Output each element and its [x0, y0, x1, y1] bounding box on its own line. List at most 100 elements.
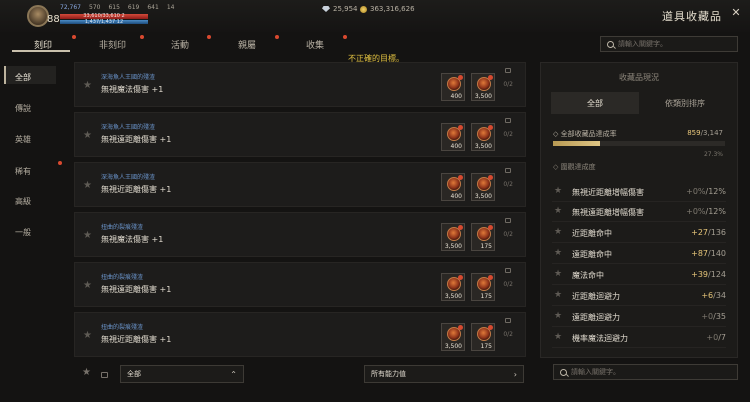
lock-icon [505, 318, 511, 323]
material-quantity: 3,500 [474, 93, 492, 100]
search-input-top[interactable]: 請輸入關鍵字。 [600, 36, 738, 52]
grade-filter-select[interactable]: 全部 ⌃ [120, 365, 244, 383]
stat-row[interactable]: ★ 近距離命中 +27/136 [552, 223, 726, 243]
search-input-bottom[interactable]: 請輸入關鍵字。 [553, 364, 738, 380]
stat-row[interactable]: ★ 無視近距離增幅傷害 +0%/12% [552, 182, 726, 202]
stat-1: 570 [89, 4, 101, 11]
stat-4: 641 [147, 4, 159, 11]
stat-row[interactable]: ★ 機率魔法迴避力 +0/7 [552, 328, 726, 348]
panel-title: 收藏品現況 [619, 73, 659, 82]
stat-max: /7 [718, 333, 726, 342]
mp-text: 1,437/1,437 12 [84, 19, 124, 25]
add-badge [458, 225, 463, 230]
gold-currency: 363,316,626 [360, 5, 415, 13]
item-source: 扭曲的裂痕殘渣 [101, 274, 144, 281]
item-name: 無視遠距離傷害 +1 [101, 285, 172, 294]
material-slot[interactable]: 3,500 [471, 173, 495, 201]
favorite-filter-star-icon[interactable]: ★ [82, 367, 91, 378]
stat-3: 619 [127, 4, 140, 11]
tab-event[interactable]: 活動 [171, 38, 189, 51]
stat-value: +0/35 [701, 312, 726, 321]
tab-panel-all[interactable]: 全部 [551, 92, 639, 114]
stat-row[interactable]: ★ 魔法命中 +39/124 [552, 265, 726, 285]
favorite-star-icon[interactable]: ★ [83, 130, 92, 141]
tab-collection[interactable]: 收集 [306, 38, 324, 51]
favorite-star-icon[interactable]: ★ [83, 280, 92, 291]
material-slot[interactable]: 3,500 [471, 73, 495, 101]
material-slot[interactable]: 3,500 [441, 223, 465, 251]
stat-value: +39/124 [691, 270, 726, 279]
grade-filter-value: 全部 [127, 370, 141, 378]
material-slot[interactable]: 175 [471, 223, 495, 251]
favorite-star-icon[interactable]: ★ [554, 332, 562, 342]
material-quantity: 400 [450, 193, 462, 200]
stat-row[interactable]: ★ 無視遠距離增幅傷害 +0%/12% [552, 202, 726, 222]
category-legendary[interactable]: 傳說 [15, 103, 31, 114]
add-badge [488, 225, 493, 230]
favorite-star-icon[interactable]: ★ [554, 290, 562, 300]
favorite-star-icon[interactable]: ★ [83, 230, 92, 241]
material-quantity: 400 [450, 93, 462, 100]
favorite-star-icon[interactable]: ★ [554, 186, 562, 196]
stat-max: /12% [705, 187, 726, 196]
character-avatar[interactable] [27, 5, 49, 27]
material-slot[interactable]: 400 [441, 73, 465, 101]
tab-notification-dot [275, 35, 279, 39]
material-slot[interactable]: 3,500 [441, 323, 465, 351]
list-item[interactable]: ★ 扭曲的裂痕殘渣 無視近距離傷害 +1 3,500 175 0/2 [74, 312, 526, 357]
lock-filter-icon[interactable] [101, 372, 108, 378]
material-slot[interactable]: 175 [471, 323, 495, 351]
item-name: 無視遠距離傷害 +1 [101, 135, 172, 144]
ability-filter-value: 所有能力值 [371, 370, 406, 378]
close-icon[interactable]: ✕ [730, 7, 742, 19]
ability-filter-select[interactable]: 所有能力值 › [364, 365, 524, 383]
item-progress: 0/2 [503, 181, 513, 188]
tab-panel-by-category[interactable]: 依類別排序 [641, 92, 729, 114]
material-slot[interactable]: 400 [441, 123, 465, 151]
list-item[interactable]: ★ 深海魚人王國的殘渣 無視遠距離傷害 +1 400 3,500 0/2 [74, 112, 526, 157]
item-source: 扭曲的裂痕殘渣 [101, 324, 144, 331]
favorite-star-icon[interactable]: ★ [554, 206, 562, 216]
category-normal[interactable]: 一般 [15, 227, 31, 238]
category-all[interactable]: 全部 [15, 72, 31, 83]
favorite-star-icon[interactable]: ★ [554, 227, 562, 237]
favorite-star-icon[interactable]: ★ [554, 248, 562, 258]
material-quantity: 3,500 [474, 193, 492, 200]
gold-icon [360, 5, 367, 13]
item-name: 無視近距離傷害 +1 [101, 335, 172, 344]
stat-row[interactable]: ★ 近距離迴避力 +6/34 [552, 286, 726, 306]
favorite-star-icon[interactable]: ★ [554, 311, 562, 321]
list-item[interactable]: ★ 扭曲的裂痕殘渣 無視魔法傷害 +1 3,500 175 0/2 [74, 212, 526, 257]
tab-non-engraved[interactable]: 非刻印 [99, 38, 126, 51]
item-name: 無視魔法傷害 +1 [101, 235, 164, 244]
list-item[interactable]: ★ 深海魚人王國的殘渣 無視近距離傷害 +1 400 3,500 0/2 [74, 162, 526, 207]
stat-name: 無視遠距離增幅傷害 [572, 208, 644, 217]
material-slot[interactable]: 3,500 [441, 273, 465, 301]
favorite-star-icon[interactable]: ★ [83, 180, 92, 191]
stat-gain: +6 [701, 291, 714, 300]
material-slot[interactable]: 175 [471, 273, 495, 301]
progress-label: ◇ 全部收藏品達成率 [553, 130, 617, 138]
search-icon [607, 40, 614, 48]
list-item[interactable]: ★ 深海魚人王國的殘渣 無視魔法傷害 +1 400 3,500 0/2 [74, 62, 526, 107]
list-item[interactable]: ★ 扭曲的裂痕殘渣 無視遠距離傷害 +1 3,500 175 0/2 [74, 262, 526, 307]
category-rare[interactable]: 稀有 [15, 166, 31, 177]
tab-bar: 刻印 非刻印 活動 親屬 收集 [0, 32, 520, 56]
stat-name: 遠距離命中 [572, 250, 612, 259]
progress-done: 859 [687, 129, 701, 137]
favorite-star-icon[interactable]: ★ [83, 80, 92, 91]
tab-relatives[interactable]: 親屬 [238, 38, 256, 51]
stat-gain: +0 [706, 333, 719, 342]
stat-row[interactable]: ★ 遠距離迴避力 +0/35 [552, 307, 726, 327]
category-hero[interactable]: 英雄 [15, 134, 31, 145]
favorite-star-icon[interactable]: ★ [83, 330, 92, 341]
add-badge [458, 325, 463, 330]
material-slot[interactable]: 400 [441, 173, 465, 201]
material-slot[interactable]: 3,500 [471, 123, 495, 151]
favorite-star-icon[interactable]: ★ [554, 269, 562, 279]
stat-name: 魔法命中 [572, 271, 604, 280]
stat-row[interactable]: ★ 遠距離命中 +87/140 [552, 244, 726, 264]
gold-amount: 363,316,626 [370, 5, 415, 13]
category-advanced[interactable]: 高級 [15, 196, 31, 207]
diamond-amount: 25,954 [333, 5, 358, 13]
